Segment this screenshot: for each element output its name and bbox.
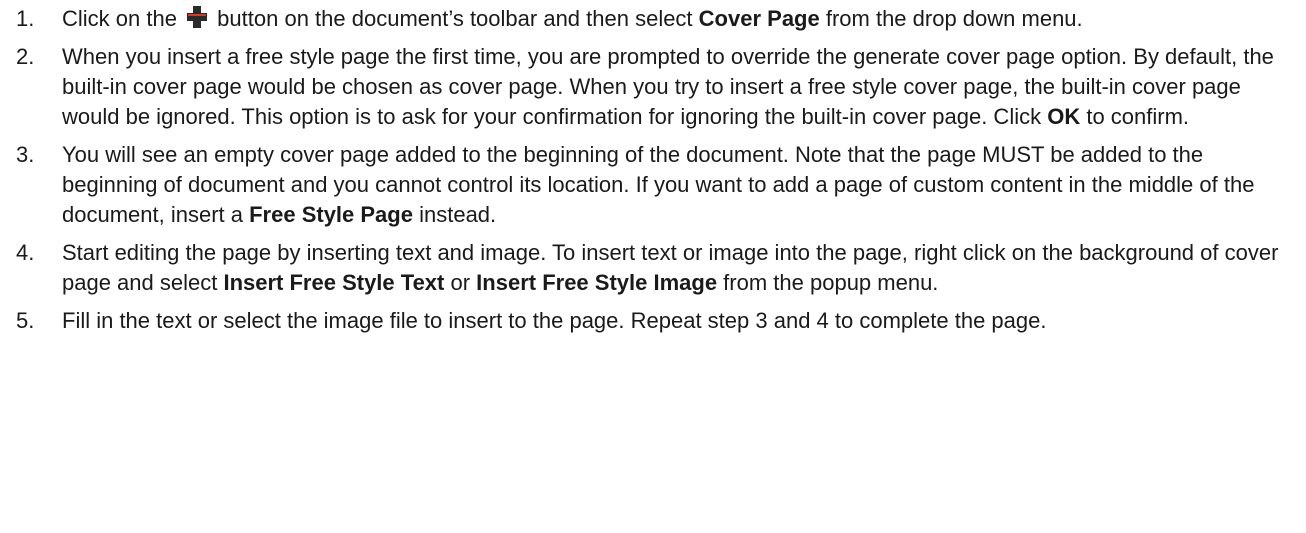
- step-number: 1.: [16, 6, 35, 31]
- step-number: 2.: [16, 44, 35, 69]
- step-text: Click on the button on the document’s to…: [62, 6, 1083, 31]
- step-2: 2. When you insert a free style page the …: [0, 42, 1306, 132]
- step-5: 5. Fill in the text or select the image f…: [0, 306, 1306, 336]
- step-text: You will see an empty cover page added t…: [62, 142, 1255, 227]
- step-text: Fill in the text or select the image fil…: [62, 308, 1047, 333]
- plus-icon: [185, 6, 209, 28]
- step-4: 4. Start editing the page by inserting te…: [0, 238, 1306, 298]
- step-text: Start editing the page by inserting text…: [62, 240, 1279, 295]
- instruction-list: 1. Click on the button on the document’s …: [0, 0, 1306, 336]
- step-3: 3. You will see an empty cover page added…: [0, 140, 1306, 230]
- step-1: 1. Click on the button on the document’s …: [0, 4, 1306, 34]
- step-number: 5.: [16, 308, 35, 333]
- step-number: 3.: [16, 142, 35, 167]
- step-text: When you insert a free style page the fi…: [62, 44, 1274, 129]
- step-number: 4.: [16, 240, 35, 265]
